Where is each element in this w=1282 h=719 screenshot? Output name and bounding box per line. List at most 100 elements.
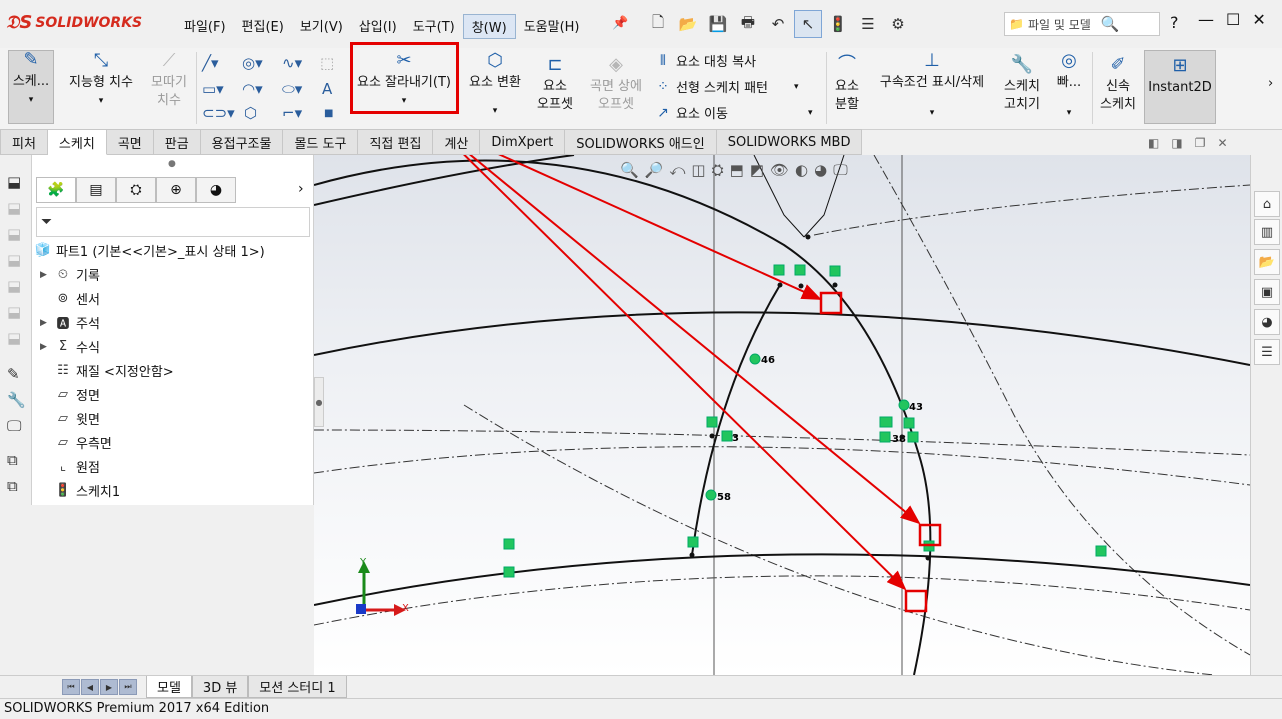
configuration-tab-icon[interactable]: ⛭ — [116, 177, 156, 203]
fillet-tool-icon[interactable]: ⌐▾ — [282, 104, 302, 122]
next-tab-icon[interactable]: ▶ — [100, 679, 118, 695]
tab-dimxpert[interactable]: DimXpert — [480, 129, 566, 155]
tree-item-history[interactable]: ▶ ⏲ 기록 — [40, 265, 100, 284]
hide-show-icon[interactable]: 👁 — [770, 161, 789, 179]
print-icon[interactable]: 🖶 — [734, 10, 762, 38]
arc-tool-icon[interactable]: ◠▾ — [242, 80, 263, 98]
linear-sketch-pattern-button[interactable]: ⁘ 선형 스케치 패턴 ▾ — [654, 77, 798, 97]
slot-tool-icon[interactable]: ⊂⊃▾ — [202, 104, 235, 122]
tab-addins[interactable]: SOLIDWORKS 애드인 — [565, 129, 717, 155]
tab-evaluate[interactable]: 계산 — [433, 129, 481, 155]
menu-tools[interactable]: 도구(T) — [405, 14, 463, 39]
sketch-canvas[interactable]: 46 43 3 38 58 Y X — [314, 155, 1250, 675]
quick-snaps-button[interactable]: ◎ 빠... ▾ — [1052, 52, 1086, 122]
more-tabs-chevron-icon[interactable]: › — [298, 181, 304, 197]
tab-weldments[interactable]: 용접구조물 — [200, 129, 284, 155]
panel-grip-icon[interactable]: ● — [168, 159, 176, 169]
paste-tool-icon[interactable]: ⧉ — [7, 477, 18, 495]
apply-scene-icon[interactable]: ◕ — [814, 161, 827, 179]
menu-view[interactable]: 보기(V) — [292, 14, 351, 39]
dimension-label[interactable]: 43 — [909, 402, 923, 413]
tab-mold-tools[interactable]: 몰드 도구 — [283, 129, 359, 155]
file-explorer-icon[interactable]: 📂 — [1254, 249, 1280, 275]
spline-tool-icon[interactable]: ∿▾ — [282, 54, 302, 72]
expand-chevron-icon[interactable]: ▶ — [40, 342, 50, 352]
tree-filter[interactable]: ⏷ — [36, 207, 310, 237]
rapid-sketch-button[interactable]: ✐ 신속 스케치 — [1096, 56, 1140, 114]
tab-direct-editing[interactable]: 직접 편집 — [358, 129, 434, 155]
rebuild-traffic-light-icon[interactable]: 🚦 — [824, 10, 852, 38]
offset-on-surface-button[interactable]: ◈ 곡면 상에 오프셋 — [584, 56, 648, 114]
offset-entities-button[interactable]: ⊏ 요소 오프셋 — [530, 56, 580, 114]
sketch-button[interactable]: ✎ 스케... ▾ — [8, 50, 54, 124]
expand-chevron-icon[interactable]: ▶ — [40, 318, 50, 328]
feature-tree-tab-icon[interactable]: 🧩 — [36, 177, 76, 203]
tree-root-part[interactable]: 🧊 파트1 (기본<<기본>_표시 상태 1>) — [34, 241, 265, 260]
tree-item-sensors[interactable]: ⊚ 센서 — [40, 289, 100, 308]
display-style-icon[interactable]: ◩ — [750, 161, 764, 179]
ribbon-more-chevron-icon[interactable]: › — [1268, 76, 1273, 91]
tree-item-sketch1[interactable]: 🚦 스케치1 — [40, 481, 120, 500]
view-settings-icon[interactable]: 🖵 — [833, 161, 847, 179]
menu-edit[interactable]: 편집(E) — [234, 14, 292, 39]
tab-features[interactable]: 피처 — [0, 129, 48, 155]
menu-help[interactable]: 도움말(H) — [516, 14, 588, 39]
split-entities-button[interactable]: ⌒ 요소 분할 — [830, 56, 864, 114]
tab-3d-views[interactable]: 3D 뷰 — [191, 676, 249, 698]
menu-file[interactable]: 파일(F) — [176, 14, 234, 39]
repair-tool-icon[interactable]: 🔧 — [7, 391, 26, 409]
previous-view-icon[interactable]: ⤺ — [669, 161, 685, 179]
prev-tab-icon[interactable]: ◀ — [81, 679, 99, 695]
section-view-icon[interactable]: ◫ — [691, 161, 705, 179]
tree-item-front-plane[interactable]: ▱ 정면 — [40, 385, 100, 404]
graphics-area[interactable]: 46 43 3 38 58 Y X 🔍 🔎 ⤺ ◫ ⛭ ⬒ ◩ 👁 ◐ ◕ 🖵 … — [314, 155, 1250, 675]
point-tool-icon[interactable]: ■ — [324, 108, 333, 119]
smart-dimension-button[interactable]: ⤡ 지능형 치수 ▾ — [62, 52, 140, 110]
tree-item-annotations[interactable]: ▶ 🅰 주석 — [40, 313, 100, 332]
tree-item-right-plane[interactable]: ▱ 우측면 — [40, 433, 112, 452]
edit-appearance-icon[interactable]: ◐ — [795, 161, 808, 179]
rectangle-tool-icon[interactable]: ▭▾ — [202, 80, 224, 98]
zoom-area-icon[interactable]: 🔎 — [645, 161, 664, 179]
sketch-tool-icon[interactable]: ✎ — [7, 365, 20, 383]
maximize-icon[interactable]: ☐ — [1226, 10, 1240, 29]
copy-tool-icon[interactable]: ⧉ — [7, 451, 18, 469]
tree-item-equations[interactable]: ▶ Σ 수식 — [40, 337, 100, 356]
search-icon[interactable]: 🔍 — [1101, 15, 1120, 33]
search-box[interactable]: 📁 파일 및 모델 🔍 — [1004, 12, 1160, 36]
expand-chevron-icon[interactable]: ▶ — [40, 270, 50, 280]
panel-collapse-handle[interactable]: ● — [314, 377, 324, 427]
display-manager-tab-icon[interactable]: ◕ — [196, 177, 236, 203]
display-tool-icon[interactable]: 🖵 — [7, 417, 21, 435]
undo-icon[interactable]: ↶ — [764, 10, 792, 38]
text-tool-icon[interactable]: A — [322, 80, 332, 98]
tile-left-icon[interactable]: ◧ — [1148, 136, 1159, 150]
dynamic-annotation-icon[interactable]: ⛭ — [712, 161, 724, 179]
tree-item-material[interactable]: ☷ 재질 <지정안함> — [40, 361, 174, 380]
solidworks-logo[interactable]: 𝔇S SOLIDWORKS — [6, 12, 142, 33]
repair-sketch-button[interactable]: 🔧 스케치 고치기 — [998, 56, 1046, 114]
tab-model[interactable]: 모델 — [146, 676, 192, 698]
view-palette-icon[interactable]: ▣ — [1254, 279, 1280, 305]
line-tool-icon[interactable]: ╱▾ — [202, 54, 219, 72]
dimension-label[interactable]: 46 — [761, 355, 775, 366]
tab-motion-study[interactable]: 모션 스터디 1 — [248, 676, 347, 698]
pin-icon[interactable]: 📌 — [612, 16, 628, 31]
circle-tool-icon[interactable]: ◎▾ — [242, 54, 263, 72]
select-pointer-icon[interactable]: ↖ — [794, 10, 822, 38]
view-orientation-icon[interactable]: ⬒ — [730, 161, 744, 179]
design-library-icon[interactable]: ▥ — [1254, 219, 1280, 245]
doc-close-icon[interactable]: ✕ — [1217, 136, 1227, 150]
exit-sketch-icon[interactable]: ⬓ — [7, 173, 21, 191]
minimize-icon[interactable]: — — [1198, 10, 1214, 29]
sketch-arcs[interactable] — [314, 155, 1250, 675]
tab-sketch[interactable]: 스케치 — [47, 129, 107, 155]
close-icon[interactable]: ✕ — [1252, 10, 1265, 29]
tab-sheet-metal[interactable]: 판금 — [153, 129, 201, 155]
save-icon[interactable]: 💾 — [704, 10, 732, 38]
tab-surfaces[interactable]: 곡면 — [106, 129, 154, 155]
dimension-label[interactable]: 58 — [717, 492, 731, 503]
new-document-icon[interactable]: 🗋 — [644, 10, 672, 38]
open-folder-icon[interactable]: 📂 — [674, 10, 702, 38]
last-tab-icon[interactable]: ⏭ — [119, 679, 137, 695]
